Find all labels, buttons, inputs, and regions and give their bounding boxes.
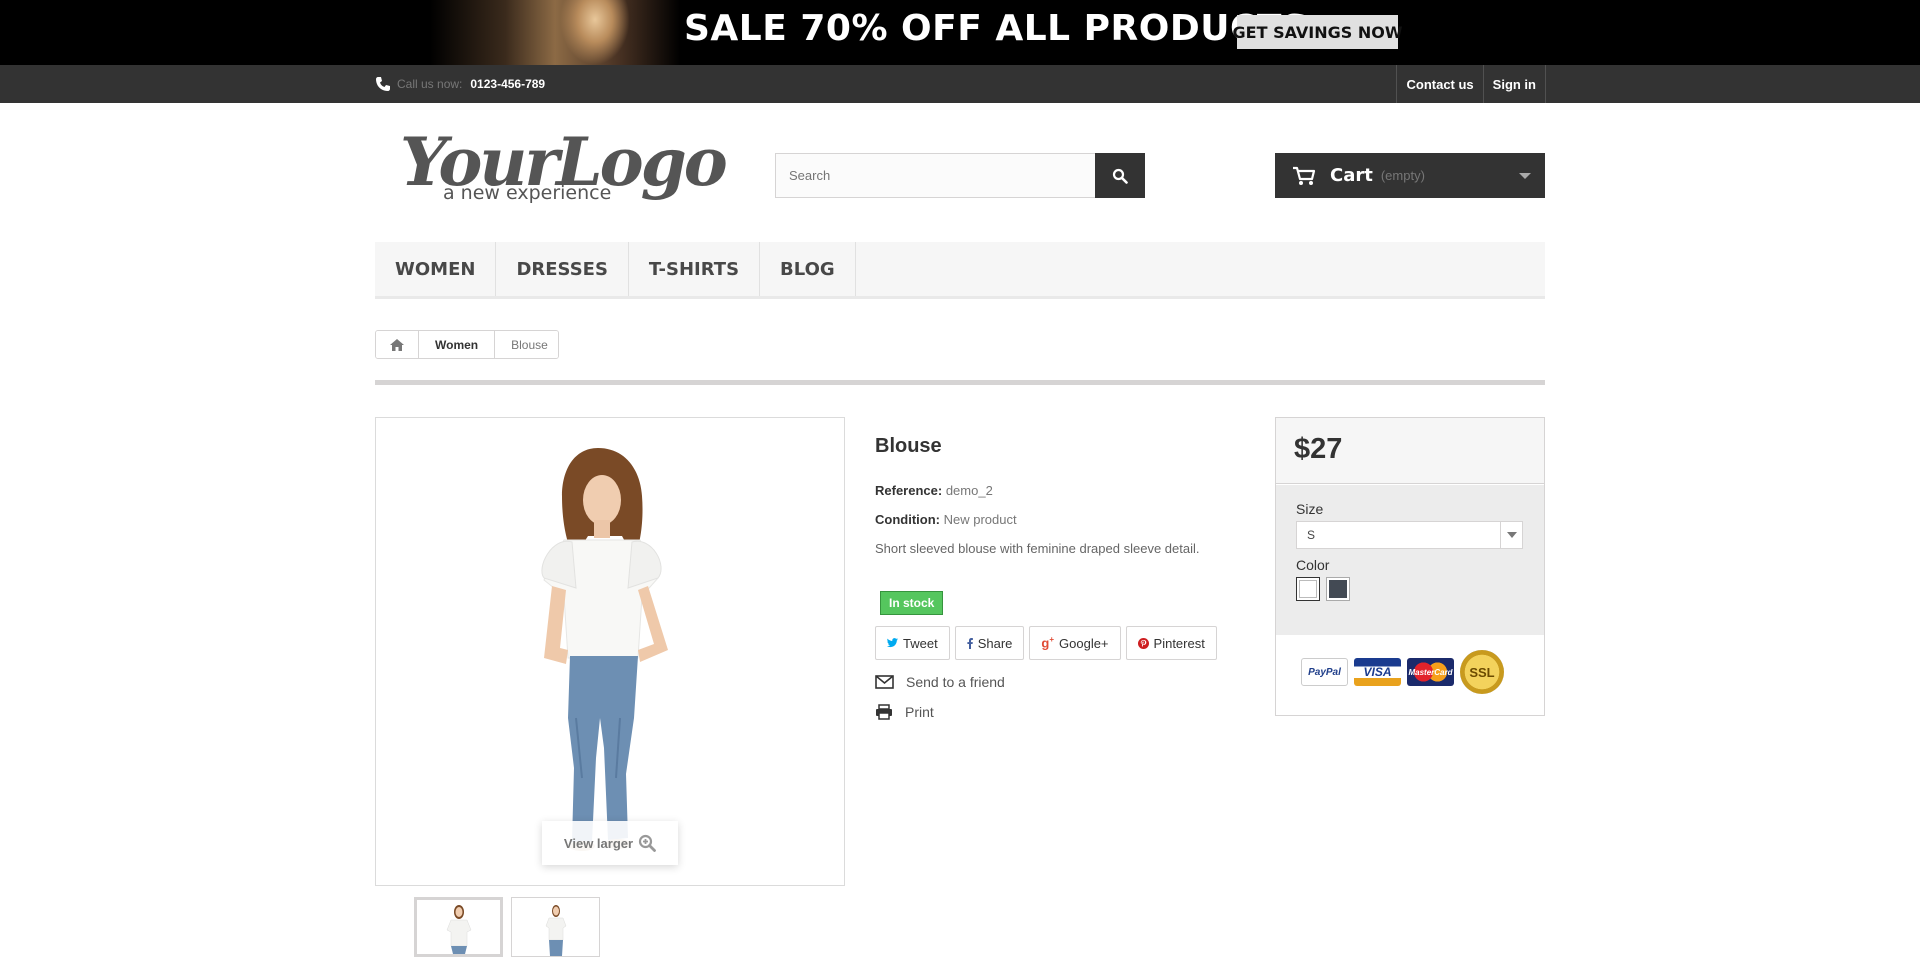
thumbnail-photo xyxy=(545,905,567,956)
thumbnail-1[interactable] xyxy=(414,897,503,957)
social-share-buttons: Tweet Share g+ Google+ Pinterest xyxy=(875,626,1217,660)
swatch-fill xyxy=(1299,580,1317,598)
cart-button[interactable]: Cart (empty) xyxy=(1275,153,1545,198)
envelope-icon xyxy=(875,675,894,689)
banner-headline: SALE 70% OFF ALL PRODUCTS xyxy=(684,8,1309,49)
home-icon xyxy=(390,338,404,351)
contact-us-link[interactable]: Contact us xyxy=(1397,65,1484,103)
breadcrumb-home[interactable] xyxy=(376,331,419,358)
cart-status: (empty) xyxy=(1380,168,1425,183)
search-input[interactable] xyxy=(776,154,1096,197)
tweet-label: Tweet xyxy=(903,635,938,651)
google-plus-label: Google+ xyxy=(1059,635,1109,651)
size-selected-value: S xyxy=(1307,528,1316,542)
breadcrumb: Women Blouse xyxy=(375,330,559,359)
pinterest-button[interactable]: Pinterest xyxy=(1125,626,1217,660)
product-reference: Reference: demo_2 xyxy=(875,482,1235,500)
store-logo[interactable]: YourLogo a new experience xyxy=(400,124,728,209)
thumbnail-2[interactable] xyxy=(511,897,600,957)
reference-label: Reference: xyxy=(875,483,943,498)
condition-label: Condition: xyxy=(875,512,940,527)
thumbnail-photo xyxy=(446,905,472,954)
size-label: Size xyxy=(1296,501,1324,517)
top-nav-bar: Call us now: 0123-456-789 Contact us Sig… xyxy=(0,65,1920,103)
call-us-label: Call us now: xyxy=(397,77,463,91)
product-condition: Condition: New product xyxy=(875,511,1235,529)
facebook-share-button[interactable]: Share xyxy=(954,626,1025,660)
promo-banner[interactable]: SALE 70% OFF ALL PRODUCTS GET SAVINGS NO… xyxy=(0,0,1920,65)
product-thumbnails xyxy=(414,897,600,957)
product-main-image[interactable]: View larger xyxy=(375,417,845,886)
main-menu: WOMEN DRESSES T-SHIRTS BLOG xyxy=(375,242,1545,299)
menu-item-dresses[interactable]: DRESSES xyxy=(496,242,629,296)
banner-model-photo xyxy=(430,0,680,65)
swatch-fill xyxy=(1329,580,1347,598)
visa-logo: VISA xyxy=(1354,658,1401,686)
ssl-seal: SSL xyxy=(1460,650,1504,694)
print-label: Print xyxy=(905,704,934,720)
mastercard-logo: MasterCard xyxy=(1407,658,1454,686)
color-label: Color xyxy=(1296,557,1330,573)
product-title: Blouse xyxy=(875,435,942,457)
header-links: Contact us Sign in xyxy=(1396,65,1546,103)
view-larger-label: View larger xyxy=(563,835,634,851)
condition-value: New product xyxy=(943,512,1017,527)
logo-tagline: a new experience xyxy=(443,182,612,204)
menu-item-tshirts[interactable]: T-SHIRTS xyxy=(629,242,761,296)
product-attributes: Size S Color xyxy=(1276,485,1544,635)
phone-contact: Call us now: 0123-456-789 xyxy=(375,72,545,96)
share-label: Share xyxy=(977,635,1013,651)
banner-model-figure xyxy=(560,0,630,65)
send-to-friend-label: Send to a friend xyxy=(906,674,1005,690)
payment-logos: PayPal VISA MasterCard SSL xyxy=(1301,650,1504,694)
search-form xyxy=(775,153,1145,198)
facebook-icon xyxy=(967,637,973,649)
product-photo xyxy=(376,418,844,885)
search-button[interactable] xyxy=(1095,153,1145,198)
cart-label: Cart xyxy=(1330,165,1373,186)
stock-status-badge: In stock xyxy=(880,591,944,615)
twitter-icon xyxy=(887,638,898,648)
get-savings-button[interactable]: GET SAVINGS NOW xyxy=(1233,15,1402,49)
phone-number: 0123-456-789 xyxy=(470,77,546,91)
print-link[interactable]: Print xyxy=(875,704,934,720)
pinterest-label: Pinterest xyxy=(1153,635,1205,651)
google-plus-icon: g+ xyxy=(1041,635,1055,651)
send-to-friend-link[interactable]: Send to a friend xyxy=(875,674,1005,690)
color-swatch-white[interactable] xyxy=(1296,577,1320,601)
reference-value: demo_2 xyxy=(945,483,993,498)
menu-item-women[interactable]: WOMEN xyxy=(375,242,497,296)
shopping-cart-icon xyxy=(1293,166,1316,185)
color-swatches xyxy=(1296,577,1524,601)
breadcrumb-women[interactable]: Women xyxy=(419,331,496,358)
chevron-down-icon xyxy=(1500,522,1522,548)
menu-item-blog[interactable]: BLOG xyxy=(760,242,856,296)
zoom-icon xyxy=(638,834,656,852)
section-divider xyxy=(375,380,1545,385)
paypal-logo: PayPal xyxy=(1301,658,1348,686)
product-short-description: Short sleeved blouse with feminine drape… xyxy=(875,541,1200,556)
product-price: $27 xyxy=(1276,418,1544,484)
printer-icon xyxy=(876,704,892,720)
pinterest-icon xyxy=(1137,637,1149,649)
buy-box: $27 Size S Color PayPal VISA MasterCard … xyxy=(1275,417,1545,716)
tweet-button[interactable]: Tweet xyxy=(875,626,950,660)
sign-in-link[interactable]: Sign in xyxy=(1484,65,1546,103)
breadcrumb-current: Blouse xyxy=(495,331,558,358)
phone-icon xyxy=(376,77,390,91)
search-icon xyxy=(1112,168,1128,184)
color-swatch-dark[interactable] xyxy=(1326,577,1350,601)
product-info: Blouse Reference: demo_2 Condition: New … xyxy=(875,432,1235,720)
chevron-down-icon xyxy=(1519,173,1531,179)
size-select[interactable]: S xyxy=(1296,521,1523,549)
view-larger-button[interactable]: View larger xyxy=(542,821,678,865)
google-plus-button[interactable]: g+ Google+ xyxy=(1029,626,1121,660)
